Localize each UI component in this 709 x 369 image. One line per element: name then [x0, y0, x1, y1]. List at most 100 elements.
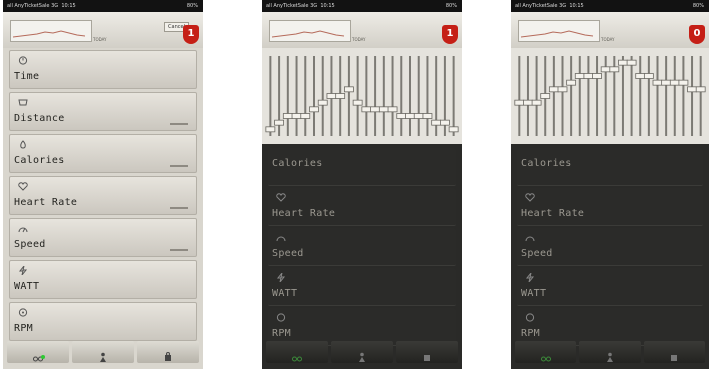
menu-item-heart-rate[interactable]: Heart Rate [517, 188, 703, 226]
level-graph-svg[interactable] [262, 48, 462, 144]
phone-screen-3: all AnyTicketSale 3G 10:15 80% TODAY 0 C… [511, 0, 709, 369]
level-marker[interactable] [396, 113, 407, 119]
level-marker[interactable] [531, 99, 542, 106]
level-marker[interactable] [300, 113, 311, 119]
level-marker[interactable] [422, 113, 433, 119]
menu-item-watt[interactable]: WATT [517, 268, 703, 306]
tab-person[interactable] [579, 341, 641, 363]
level-marker[interactable] [618, 59, 628, 66]
menu-item-distance[interactable]: Distance [9, 92, 197, 131]
value-placeholder [170, 165, 188, 167]
level-marker[interactable] [557, 86, 568, 93]
level-marker[interactable] [609, 66, 620, 73]
level-marker[interactable] [282, 113, 293, 119]
mini-graph-preview[interactable] [518, 20, 600, 42]
level-marker[interactable] [448, 126, 459, 133]
carrier-label: all AnyTicketSale 3G [515, 3, 567, 9]
level-marker[interactable] [514, 99, 525, 106]
level-marker[interactable] [574, 73, 585, 79]
gauge-icon [18, 308, 28, 317]
level-marker[interactable] [352, 99, 363, 106]
level-graph[interactable] [262, 48, 462, 144]
menu-item-heart-rate[interactable]: Heart Rate [268, 188, 456, 226]
menu-item-watt[interactable]: WATT [9, 260, 197, 299]
level-marker[interactable] [635, 73, 646, 79]
level-marker[interactable] [317, 99, 328, 106]
tab-weight[interactable] [137, 341, 199, 363]
tab-bike[interactable] [7, 341, 69, 363]
level-marker[interactable] [626, 59, 637, 66]
level-marker[interactable] [413, 113, 424, 119]
level-marker[interactable] [678, 79, 689, 86]
level-marker[interactable] [440, 119, 450, 126]
level-marker[interactable] [687, 86, 697, 93]
level-marker[interactable] [661, 79, 672, 86]
menu-item-time[interactable]: Time [9, 50, 197, 89]
active-indicator [41, 355, 45, 359]
menu-item-label: Distance [14, 113, 65, 124]
menu-item-label: Speed [521, 248, 553, 259]
level-graph[interactable] [511, 48, 709, 144]
level-marker[interactable] [274, 119, 284, 126]
mini-graph-preview[interactable] [10, 20, 92, 42]
header: TODAY 0 [511, 12, 709, 48]
level-marker[interactable] [370, 106, 380, 113]
level-marker[interactable] [335, 93, 346, 99]
tab-person[interactable] [72, 341, 134, 363]
menu-item-heart-rate[interactable]: Heart Rate [9, 176, 197, 215]
level-marker[interactable] [431, 119, 442, 126]
level-marker[interactable] [592, 73, 602, 79]
level-marker[interactable] [523, 99, 533, 106]
level-marker[interactable] [643, 73, 654, 79]
status-time: 10:15 [320, 3, 335, 9]
level-marker[interactable] [548, 86, 559, 93]
menu-item-label: Heart Rate [272, 208, 336, 219]
value-placeholder [170, 123, 188, 125]
level-marker[interactable] [652, 79, 663, 86]
notification-badge[interactable]: 1 [183, 25, 199, 44]
level-marker[interactable] [540, 93, 551, 99]
level-marker[interactable] [583, 73, 594, 79]
level-marker[interactable] [309, 106, 319, 113]
level-graph-svg[interactable] [511, 48, 709, 144]
menu-item-calories[interactable]: Calories [517, 148, 703, 186]
tab-bar [7, 341, 199, 363]
menu-item-speed[interactable]: Speed [9, 218, 197, 257]
status-time: 10:15 [569, 3, 584, 9]
tab-bike[interactable] [515, 341, 577, 363]
tab-weight[interactable] [643, 341, 705, 363]
notification-badge[interactable]: 1 [442, 25, 458, 44]
battery-label: 80% [445, 3, 457, 9]
level-marker[interactable] [695, 86, 706, 93]
menu-item-watt[interactable]: WATT [268, 268, 456, 306]
tab-weight[interactable] [396, 341, 458, 363]
level-marker[interactable] [344, 86, 354, 93]
level-marker[interactable] [378, 106, 389, 113]
heart-icon [525, 193, 535, 202]
notification-badge[interactable]: 0 [689, 25, 705, 44]
menu-item-speed[interactable]: Speed [517, 228, 703, 266]
level-marker[interactable] [387, 106, 398, 113]
menu-item-rpm[interactable]: RPM [9, 302, 197, 341]
value-placeholder [170, 207, 188, 209]
tab-bike[interactable] [266, 341, 328, 363]
level-marker[interactable] [600, 66, 611, 73]
level-marker[interactable] [326, 93, 337, 99]
route-icon [18, 98, 28, 107]
level-marker[interactable] [669, 79, 680, 86]
mini-graph-caption: TODAY [93, 37, 107, 42]
menu-item-calories[interactable]: Calories [9, 134, 197, 173]
battery-label: 80% [186, 3, 198, 9]
phone-screen-1: all AnyTicketSale 3G 10:15 80% TODAY Can… [3, 0, 203, 369]
level-marker[interactable] [405, 113, 415, 119]
tab-person[interactable] [331, 341, 393, 363]
weight-icon [163, 347, 173, 361]
level-marker[interactable] [361, 106, 372, 113]
mini-graph-preview[interactable] [269, 20, 351, 42]
level-marker[interactable] [566, 79, 577, 86]
menu-item-label: Speed [14, 239, 46, 250]
menu-item-speed[interactable]: Speed [268, 228, 456, 266]
level-marker[interactable] [265, 126, 276, 133]
menu-item-calories[interactable]: Calories [268, 148, 456, 186]
level-marker[interactable] [291, 113, 302, 119]
